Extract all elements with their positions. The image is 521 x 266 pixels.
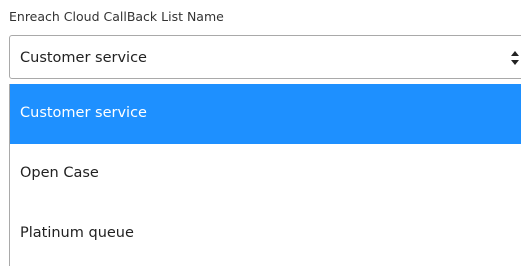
option-label: Customer service (20, 105, 147, 121)
dropdown-list: Customer service Open Case Platinum queu… (9, 84, 521, 266)
option-platinum-queue[interactable]: Platinum queue (10, 204, 521, 264)
option-label: Open Case (20, 165, 99, 181)
option-label: Platinum queue (20, 225, 134, 241)
select-current-value: Customer service (20, 50, 147, 66)
option-open-case[interactable]: Open Case (10, 144, 521, 204)
option-customer-service[interactable]: Customer service (10, 84, 521, 144)
up-down-arrows-icon (511, 51, 519, 65)
field-label: Enreach Cloud CallBack List Name (9, 9, 224, 24)
callback-list-select[interactable]: Customer service (9, 35, 521, 79)
